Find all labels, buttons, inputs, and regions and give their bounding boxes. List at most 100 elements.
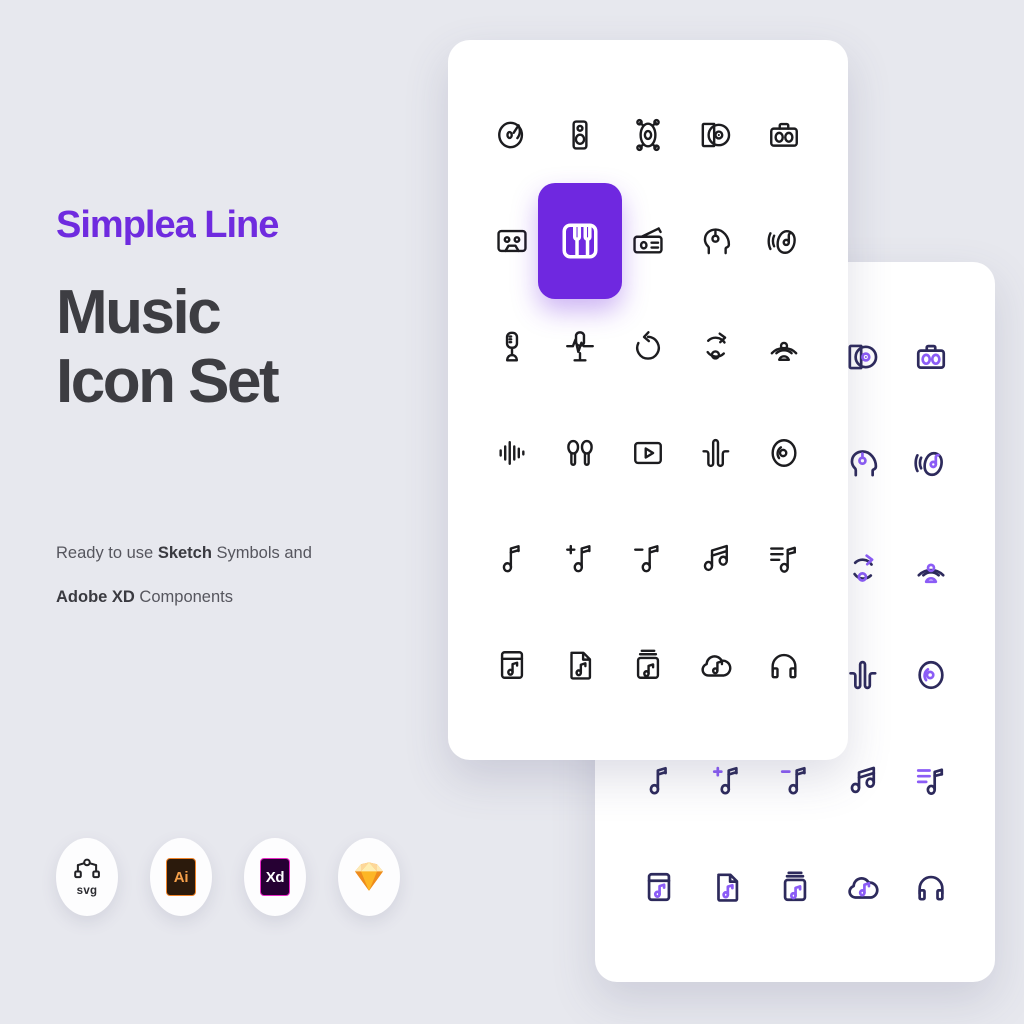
subtitle-suffix: Symbols and — [211, 544, 312, 562]
icon-cell[interactable] — [546, 294, 614, 400]
icon-cell[interactable] — [546, 400, 614, 506]
listening-head-icon-duotone — [850, 450, 878, 477]
disc-icon-duotone — [918, 660, 944, 690]
icon-cell[interactable] — [546, 612, 614, 718]
icon-cell[interactable] — [478, 82, 546, 188]
icon-cell[interactable] — [478, 612, 546, 718]
icon-cell-duotone[interactable] — [625, 834, 693, 940]
subtitle-line-1: Ready to use Sketch Symbols and — [56, 532, 386, 576]
double-note-icon-duotone — [850, 766, 876, 794]
icon-cell-duotone[interactable] — [897, 834, 965, 940]
sketch-gem-icon — [355, 862, 383, 891]
icon-card-front — [448, 40, 848, 760]
music-file-icon — [570, 651, 592, 680]
icon-cell[interactable] — [546, 82, 614, 188]
icon-cell[interactable] — [682, 506, 750, 612]
icon-cell[interactable] — [614, 188, 682, 294]
icon-cell[interactable] — [538, 183, 622, 299]
boombox-icon — [770, 122, 798, 147]
disc-icon — [771, 439, 797, 467]
earbuds-icon — [567, 439, 593, 466]
eyebrow-label: Simplea Line — [56, 204, 279, 246]
radio-icon — [633, 227, 663, 254]
icon-cell[interactable] — [682, 82, 750, 188]
icon-cell[interactable] — [750, 612, 818, 718]
icon-cell-duotone[interactable] — [897, 622, 965, 728]
icon-cell-duotone[interactable] — [897, 728, 965, 834]
subtitle-prefix: Ready to use — [56, 544, 158, 562]
music-note-icon-duotone — [649, 766, 667, 795]
subtitle-xd-bold: Adobe XD — [56, 587, 135, 606]
hero-text-block: Simplea Line Music Icon Set — [56, 204, 406, 417]
icon-cell[interactable] — [682, 400, 750, 506]
icon-cell[interactable] — [546, 506, 614, 612]
poster-canvas: Simplea Line Music Icon Set Ready to use… — [0, 0, 1024, 1024]
cloud-music-icon — [701, 655, 732, 677]
selected-icon-tile[interactable] — [538, 183, 622, 299]
headphones-icon-duotone — [918, 875, 944, 901]
icon-cell[interactable] — [682, 612, 750, 718]
cd-sleeve-icon-duotone — [848, 344, 878, 370]
album-icon-duotone — [647, 872, 671, 902]
soundwave-icon-duotone — [849, 660, 877, 690]
shuffle-repeat-icon-duotone — [853, 554, 874, 582]
icon-cell[interactable] — [478, 294, 546, 400]
video-play-icon — [634, 441, 662, 465]
album-stack-icon — [636, 649, 660, 679]
sketch-badge[interactable] — [338, 838, 400, 916]
icon-cell[interactable] — [478, 188, 546, 294]
page-title: Music Icon Set — [56, 277, 280, 417]
icon-cell[interactable] — [614, 506, 682, 612]
icon-grid-outline — [448, 40, 848, 760]
icon-cell[interactable] — [682, 188, 750, 294]
icon-cell[interactable] — [750, 506, 818, 612]
badge-content: svg — [72, 858, 102, 897]
icon-cell-duotone[interactable] — [897, 410, 965, 516]
playlist-icon — [770, 546, 796, 573]
svg-badge[interactable]: svg — [56, 838, 118, 916]
icon-cell[interactable] — [750, 82, 818, 188]
cloud-music-icon-duotone — [848, 877, 879, 899]
broadcast-podcast-icon-duotone — [917, 563, 945, 584]
icon-cell[interactable] — [750, 400, 818, 506]
icon-cell[interactable] — [614, 612, 682, 718]
adobe-xd-badge[interactable]: Xd — [244, 838, 306, 916]
icon-cell[interactable] — [478, 506, 546, 612]
music-note-icon — [502, 545, 520, 573]
album-stack-icon-duotone — [783, 871, 807, 902]
icon-cell[interactable] — [614, 82, 682, 188]
vinyl-record-icon — [498, 121, 524, 149]
bass-drum-icon — [636, 118, 660, 152]
double-note-icon — [703, 544, 728, 572]
audio-bars-icon — [499, 441, 525, 465]
icon-cell[interactable] — [614, 294, 682, 400]
music-file-icon-duotone — [717, 873, 739, 902]
bezier-path-icon — [74, 858, 100, 878]
subtitle-components: Components — [134, 587, 233, 606]
shuffle-repeat-icon — [706, 332, 727, 360]
icon-cell[interactable] — [750, 294, 818, 400]
cassette-tape-icon — [497, 229, 527, 253]
broadcast-podcast-icon — [770, 341, 798, 361]
listening-head-icon — [703, 228, 731, 255]
illustrator-badge[interactable]: Ai — [150, 838, 212, 916]
remove-note-icon-duotone — [780, 766, 806, 795]
ear-sound-icon — [767, 230, 796, 254]
icon-cell[interactable] — [614, 400, 682, 506]
mic-waveform-icon — [566, 331, 594, 362]
repeat-icon — [636, 331, 660, 360]
soundwave-icon — [702, 438, 730, 468]
icon-cell-duotone[interactable] — [897, 304, 965, 410]
icon-cell[interactable] — [478, 400, 546, 506]
icon-cell-duotone[interactable] — [693, 834, 761, 940]
svg-format-label: svg — [76, 884, 98, 897]
icon-cell-duotone[interactable] — [897, 516, 965, 622]
album-icon — [500, 651, 524, 679]
piano-keys-icon — [562, 223, 598, 259]
badge-content: Xd — [260, 858, 290, 896]
icon-cell[interactable] — [682, 294, 750, 400]
icon-cell-duotone[interactable] — [829, 834, 897, 940]
icon-cell[interactable] — [750, 188, 818, 294]
headphones-icon — [771, 653, 797, 679]
icon-cell-duotone[interactable] — [761, 834, 829, 940]
